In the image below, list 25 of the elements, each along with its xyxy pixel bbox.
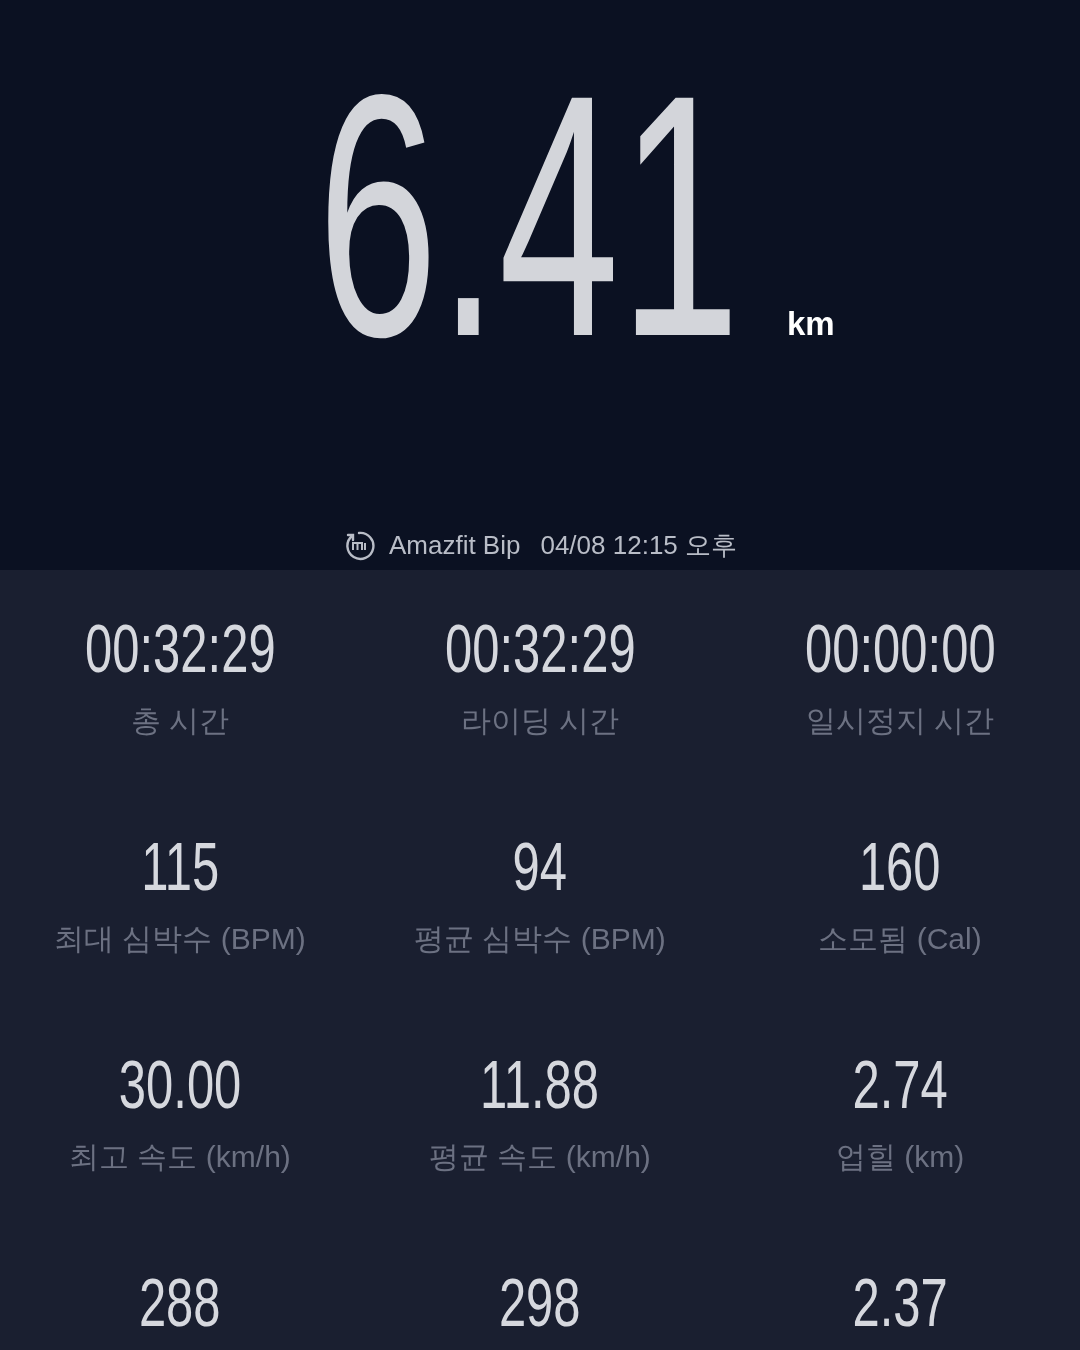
distance-unit: km [787, 307, 835, 340]
stat-value: 00:32:29 [444, 614, 636, 682]
stat-value: 11.88 [480, 1050, 600, 1118]
stat-value: 298 [499, 1268, 581, 1336]
distance-value: 6.41 [317, 43, 741, 388]
stat-value: 00:00:00 [804, 614, 996, 682]
stat-label: 일시정지 시간 [805, 706, 995, 736]
stat-label: 라이딩 시간 [460, 706, 620, 736]
stat-label: 최고 속도 (km/h) [69, 1142, 291, 1172]
device-name: Amazfit Bip [388, 529, 521, 562]
stat-value: 94 [512, 832, 568, 900]
stat-label: 최대 심박수 (BPM) [54, 924, 306, 954]
stat-value: 00:32:29 [84, 614, 276, 682]
stat-label: 소모됨 (Cal) [818, 924, 982, 954]
stat-value: 30.00 [118, 1050, 242, 1118]
stat-value: 288 [139, 1268, 221, 1336]
workout-datetime: 04/08 12:15 오후 [540, 529, 738, 562]
stat-value: 115 [140, 832, 219, 900]
stat-value: 160 [859, 832, 941, 900]
stat-value: 2.74 [852, 1050, 948, 1118]
stat-label: 업힐 (km) [835, 1142, 965, 1172]
stat-label: 총 시간 [130, 706, 230, 736]
stat-label: 평균 심박수 (BPM) [414, 924, 666, 954]
stat-value: 2.37 [852, 1268, 948, 1336]
stat-label: 평균 속도 (km/h) [429, 1142, 651, 1172]
